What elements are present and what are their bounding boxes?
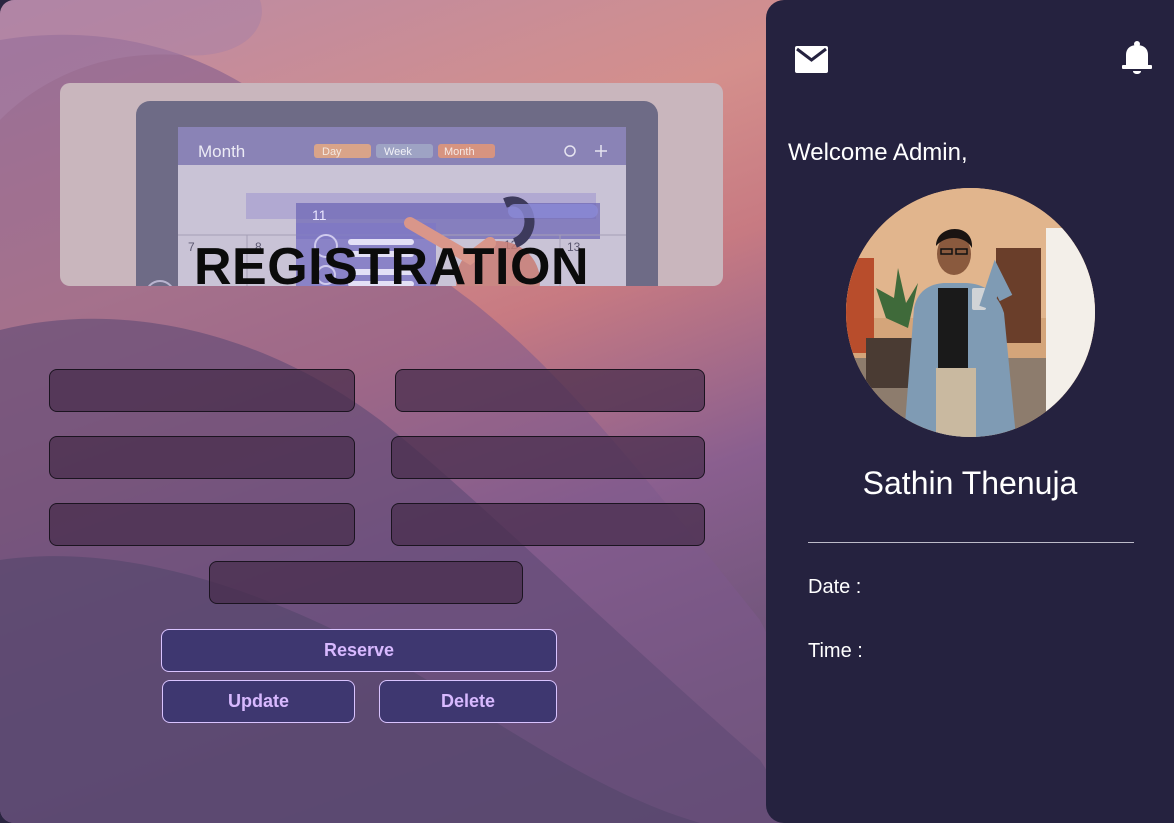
profile-photo	[846, 188, 1095, 437]
form-field-2[interactable]	[395, 369, 705, 412]
page-title: REGISTRATION	[193, 238, 590, 286]
registration-banner: Month Day Week Month 11 7 8 12 13 REGIST…	[60, 83, 723, 286]
user-name: Sathin Thenuja	[862, 465, 1078, 501]
divider	[808, 542, 1134, 543]
delete-button[interactable]: Delete	[379, 680, 557, 723]
mail-icon[interactable]	[794, 44, 829, 75]
reserve-button[interactable]: Reserve	[161, 629, 557, 672]
form-field-5[interactable]	[49, 503, 355, 546]
form-field-7[interactable]	[209, 561, 523, 604]
chip-week-label: Week	[384, 146, 412, 158]
chip-day-label: Day	[322, 146, 342, 158]
form-field-1[interactable]	[49, 369, 355, 412]
form-field-6[interactable]	[391, 503, 705, 546]
welcome-text: Welcome Admin,	[788, 139, 968, 166]
date-11: 11	[312, 207, 327, 223]
form-field-4[interactable]	[391, 436, 705, 479]
bell-icon[interactable]	[1121, 40, 1153, 76]
form-field-3[interactable]	[49, 436, 355, 479]
chip-month-label: Month	[444, 146, 475, 158]
avatar	[846, 188, 1095, 437]
update-button[interactable]: Update	[162, 680, 355, 723]
date-label: Date :	[808, 576, 862, 598]
calendar-month-label: Month	[198, 142, 245, 161]
profile-panel: Welcome Admin, Sathin Thenuja Date : Tim…	[766, 0, 1174, 823]
time-label: Time :	[808, 640, 863, 662]
